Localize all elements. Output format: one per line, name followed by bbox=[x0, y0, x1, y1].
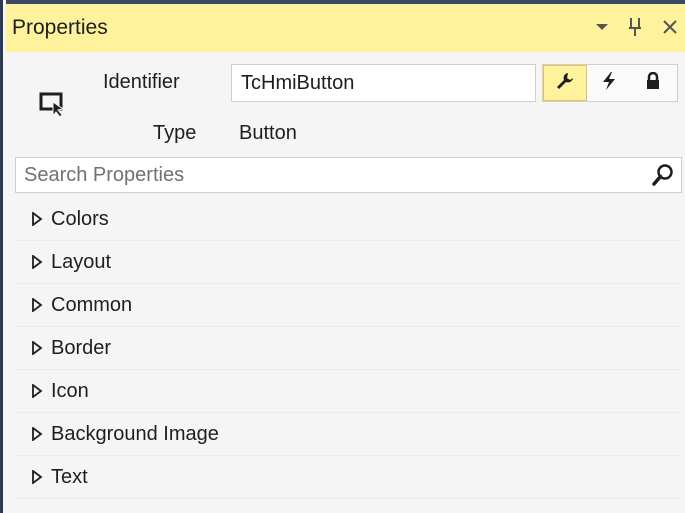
chevron-down-icon[interactable] bbox=[589, 12, 615, 42]
close-icon[interactable] bbox=[657, 12, 683, 42]
category-label: Layout bbox=[51, 250, 112, 273]
expand-arrow-icon bbox=[31, 211, 43, 227]
category-label: Colors bbox=[51, 207, 109, 230]
category-colors[interactable]: Colors bbox=[15, 198, 682, 241]
events-view-button[interactable] bbox=[587, 65, 631, 101]
panel-title: Properties bbox=[12, 16, 108, 39]
category-text[interactable]: Text bbox=[15, 456, 682, 499]
category-common[interactable]: Common bbox=[15, 284, 682, 327]
identifier-field[interactable] bbox=[231, 64, 536, 102]
view-toolbar bbox=[542, 64, 678, 102]
properties-view-button[interactable] bbox=[543, 65, 587, 101]
expand-arrow-icon bbox=[31, 254, 43, 270]
search-icon[interactable] bbox=[651, 163, 675, 187]
category-label: Border bbox=[51, 336, 112, 359]
category-label: Text bbox=[51, 465, 88, 488]
expand-arrow-icon bbox=[31, 426, 43, 442]
category-label: Icon bbox=[51, 379, 89, 402]
pin-icon[interactable] bbox=[622, 12, 648, 42]
expand-arrow-icon bbox=[31, 469, 43, 485]
expand-arrow-icon bbox=[31, 297, 43, 313]
expand-arrow-icon bbox=[31, 340, 43, 356]
element-header: Identifier TcHmiButton Type Button bbox=[6, 52, 685, 153]
wrench-icon bbox=[556, 72, 574, 95]
category-list: Colors Layout Common Border Icon Backgro… bbox=[15, 198, 682, 499]
lightning-icon bbox=[601, 71, 617, 96]
category-label: Background Image bbox=[51, 422, 219, 445]
category-background-image[interactable]: Background Image bbox=[15, 413, 682, 456]
identifier-label: Identifier bbox=[103, 71, 180, 93]
expand-arrow-icon bbox=[31, 383, 43, 399]
control-selection-icon bbox=[38, 90, 68, 118]
search-input[interactable] bbox=[16, 158, 652, 192]
title-bar[interactable]: Properties bbox=[6, 0, 685, 52]
category-border[interactable]: Border bbox=[15, 327, 682, 370]
properties-panel: Properties Identifier TcHmiButton Type B… bbox=[0, 0, 685, 513]
category-icon[interactable]: Icon bbox=[15, 370, 682, 413]
lock-icon bbox=[646, 71, 660, 95]
type-value: Button bbox=[239, 122, 297, 144]
permissions-view-button[interactable] bbox=[631, 65, 675, 101]
category-layout[interactable]: Layout bbox=[15, 241, 682, 284]
search-box bbox=[15, 157, 682, 193]
category-label: Common bbox=[51, 293, 133, 316]
type-label: Type bbox=[153, 122, 197, 144]
